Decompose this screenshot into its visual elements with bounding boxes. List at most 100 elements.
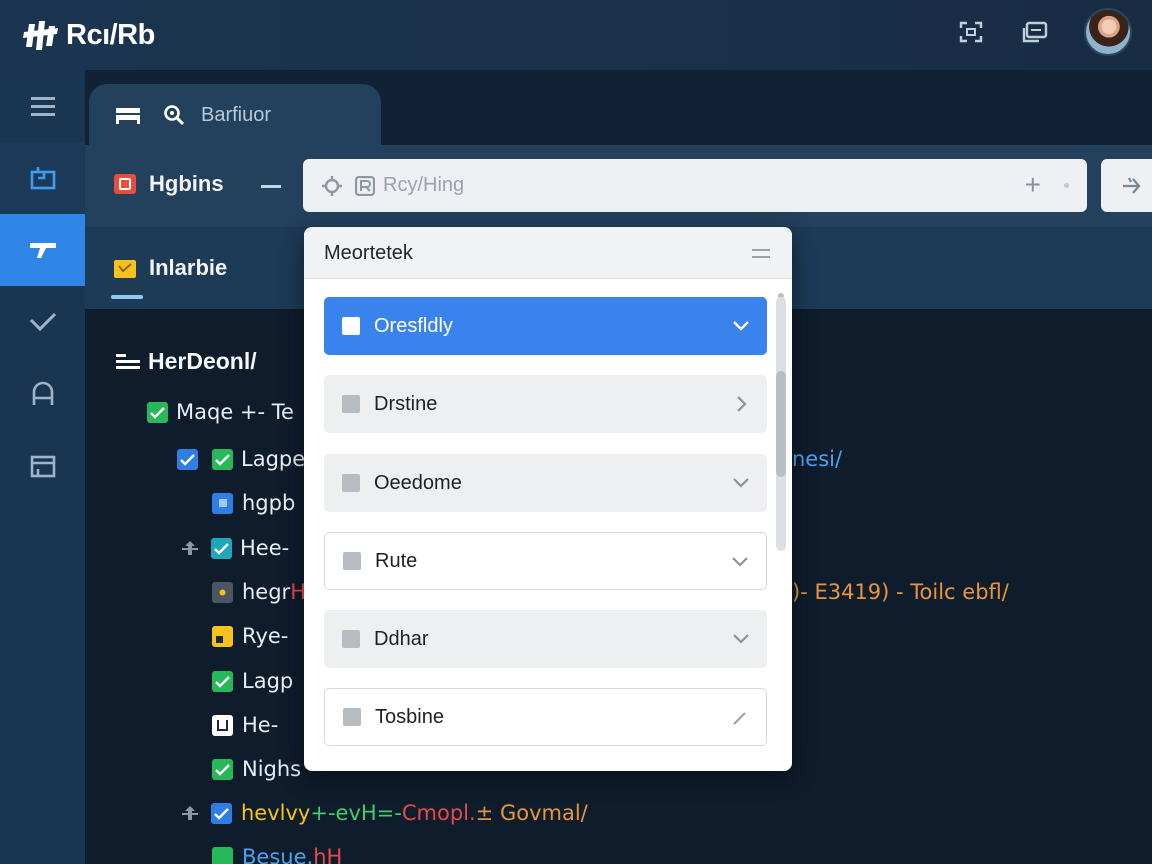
status-dot <box>1064 183 1069 188</box>
project-icon <box>114 174 136 194</box>
tab-label: Barfiuor <box>201 103 272 126</box>
add-icon[interactable]: + <box>1025 169 1041 201</box>
section-title[interactable]: Inlarbie <box>113 255 227 281</box>
section-title-label: Inlarbie <box>149 255 228 280</box>
tree-item[interactable]: hevlvy +-evH=- Cmopl. ± Govmal/ <box>181 801 588 825</box>
sidebar-item-board[interactable] <box>0 142 85 214</box>
tree-item-label: He- <box>242 713 279 737</box>
tree-item[interactable]: Lagpe <box>177 447 305 471</box>
tree-item-label: hgpb <box>242 491 296 515</box>
sun-icon <box>212 581 233 603</box>
checkbox-checked-icon[interactable] <box>212 448 233 470</box>
tree-item[interactable]: hegr H <box>212 580 306 604</box>
tree-root-label: HerDeonl/ <box>148 348 257 374</box>
sidebar-item-check[interactable] <box>0 286 85 358</box>
tree-item-label: Cmopl. <box>401 801 476 825</box>
dropdown-panel: Meortetek Oresfldly Drstine Oeedome Rute… <box>304 227 792 771</box>
bed-icon <box>116 108 140 124</box>
item-icon <box>342 474 360 492</box>
search-icon <box>164 105 185 126</box>
toolbar: Hgbins Rcy/Hing + <box>85 145 1152 227</box>
tree-item[interactable]: hgpb <box>212 491 295 515</box>
tree-item[interactable]: Hee- <box>181 536 289 560</box>
warning-icon <box>212 625 233 647</box>
tree-item-label: Hee- <box>240 536 290 560</box>
dropdown-title: Meortetek <box>324 242 413 264</box>
tree-item[interactable]: He- <box>212 713 278 737</box>
tree-item-label: +-evH=- <box>310 801 402 825</box>
user-icon <box>32 381 53 405</box>
sidebar-item-menu[interactable] <box>0 70 85 142</box>
list-icon <box>116 353 140 369</box>
drag-handle-icon[interactable] <box>181 539 199 557</box>
avatar[interactable] <box>1084 8 1132 56</box>
tree-item[interactable]: Besue. hH <box>212 845 342 864</box>
window-icon[interactable] <box>1020 17 1050 47</box>
tree-item-label: Besue. <box>242 845 314 864</box>
sidebar <box>0 70 85 864</box>
project-title[interactable]: Hgbins <box>113 171 224 197</box>
dropdown-header: Meortetek <box>304 227 792 279</box>
archive-icon <box>30 455 55 478</box>
dropdown-item[interactable]: Ddhar <box>324 610 767 668</box>
search-placeholder: Rcy/Hing <box>383 174 465 196</box>
tree-item[interactable]: Rye- <box>212 624 288 648</box>
pin-button[interactable] <box>1101 159 1152 212</box>
dropdown-item[interactable]: Rute <box>324 532 767 590</box>
checkbox-checked-icon[interactable] <box>177 448 198 470</box>
file-icon <box>212 492 233 514</box>
tab-active[interactable]: Barfiuor <box>89 84 381 146</box>
tree-item-label: hH <box>313 845 343 864</box>
sidebar-item-archive[interactable] <box>0 430 85 502</box>
tree-item[interactable]: Lagp <box>212 669 293 693</box>
dropdown-item-label: Ddhar <box>374 627 429 650</box>
tree-item[interactable]: Maqe +- Te <box>147 400 294 424</box>
checkbox-checked-icon[interactable] <box>211 802 232 824</box>
settings-icon <box>322 175 342 196</box>
dropdown-item[interactable]: Oeedome <box>324 454 767 512</box>
chevron-right-icon[interactable] <box>731 394 751 414</box>
record-icon <box>355 175 375 196</box>
brand[interactable]: Rcı/Rb <box>22 16 155 54</box>
bracket-icon <box>212 714 233 736</box>
tree-item[interactable]: Nighs <box>212 757 301 781</box>
sidebar-item-tools[interactable] <box>0 214 85 286</box>
edit-icon[interactable] <box>730 708 750 728</box>
tree-item-label: Nighs <box>242 757 302 781</box>
tree-root[interactable]: HerDeonl/ <box>116 348 257 375</box>
check-icon <box>29 312 56 332</box>
dropdown-item-label: Tosbine <box>375 705 444 728</box>
checkbox-checked-icon[interactable] <box>212 846 233 864</box>
checkbox-checked-icon[interactable] <box>212 670 233 692</box>
item-icon <box>343 552 361 570</box>
tab-strip: Barfiuor <box>85 70 1152 146</box>
pin-icon <box>1123 177 1141 194</box>
item-icon <box>342 630 360 648</box>
checkbox-checked-icon[interactable] <box>147 401 168 423</box>
chevron-down-icon[interactable] <box>731 629 751 649</box>
dropdown-item[interactable]: Oresfldly <box>324 297 767 355</box>
search-input[interactable]: Rcy/Hing + <box>303 159 1087 212</box>
chevron-down-icon[interactable] <box>731 473 751 493</box>
top-bar: Rcı/Rb <box>0 0 1152 70</box>
app-name: Rcı/Rb <box>66 18 155 51</box>
scrollbar-thumb[interactable] <box>776 371 786 477</box>
dropdown-item[interactable]: Tosbine <box>324 688 767 746</box>
drag-menu-icon[interactable] <box>752 249 770 263</box>
drag-handle-icon[interactable] <box>181 804 199 822</box>
chevron-down-icon[interactable] <box>731 316 751 336</box>
chevron-down-icon[interactable] <box>730 552 750 572</box>
folder-icon <box>342 317 360 335</box>
checkbox-checked-icon[interactable] <box>212 758 233 780</box>
item-icon <box>343 708 361 726</box>
project-title-label: Hgbins <box>149 171 224 196</box>
tree-item-trailing: )- E3419) - Toilc ebfl/ <box>792 580 1009 604</box>
dropdown-item[interactable]: Drstine <box>324 375 767 433</box>
tree-item-label: hevlvy <box>241 801 311 825</box>
sidebar-item-user[interactable] <box>0 358 85 430</box>
scrollbar-track[interactable] <box>776 297 786 551</box>
expand-icon[interactable] <box>956 17 986 47</box>
checkbox-checked-icon[interactable] <box>211 537 232 559</box>
menu-icon <box>30 97 55 116</box>
collapse-dash[interactable] <box>261 185 281 188</box>
